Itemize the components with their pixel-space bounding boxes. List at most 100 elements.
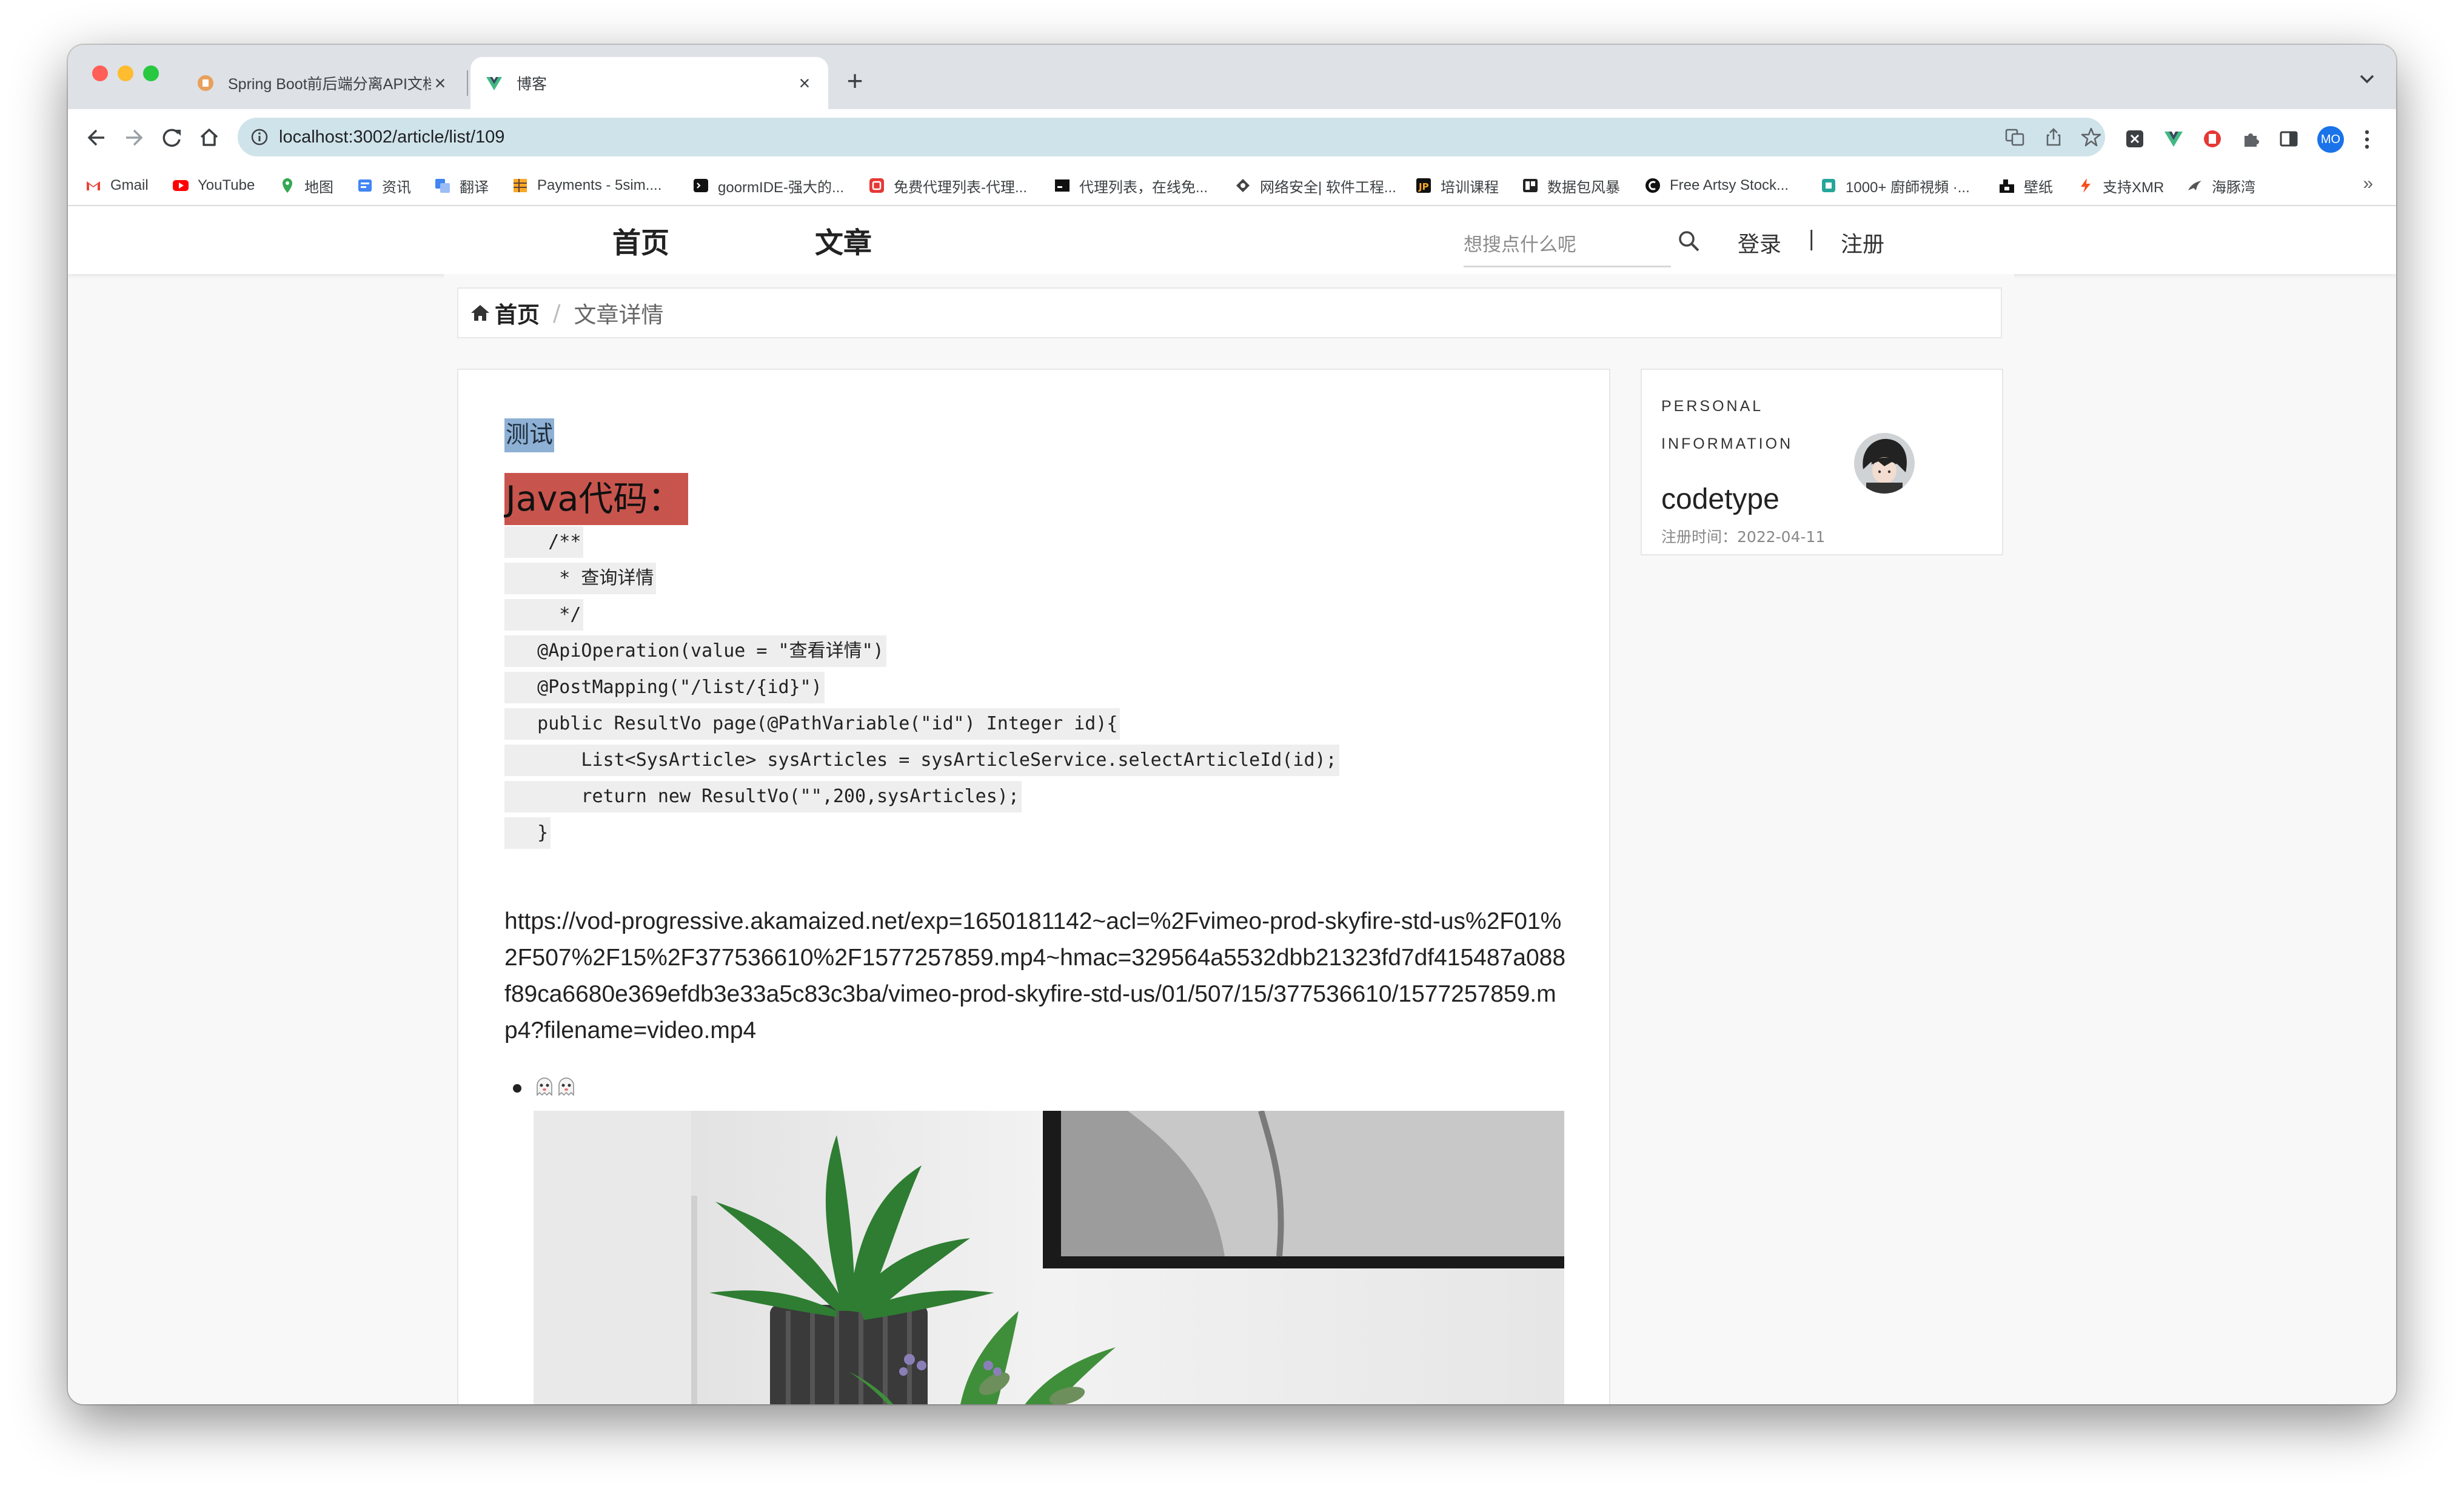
article-title: 测试 xyxy=(504,418,555,452)
share-icon[interactable] xyxy=(2043,127,2064,147)
registration-date: 注册时间：2022-04-11 xyxy=(1661,525,1825,547)
translate-icon xyxy=(435,179,450,193)
browser-toolbar: localhost:3002/article/list/109 MO xyxy=(68,109,2396,166)
code-line: @PostMapping("/list/{id}") xyxy=(504,672,825,703)
close-window-button[interactable] xyxy=(92,65,108,81)
youtube-icon xyxy=(173,180,189,191)
tab-title: Spring Boot前后端分离API文档 xyxy=(228,76,431,93)
auth-separator: | xyxy=(1808,227,1815,251)
article-body: 测试 Java代码： /** * 查询详情 */ @ApiOperation(v… xyxy=(457,369,1610,1404)
web-page: 首页 文章 登录 | 注册 首页 / 文章详情 测试 xyxy=(68,206,2396,1404)
security-icon xyxy=(1236,179,1250,192)
ghost-emoji-icon xyxy=(558,1077,574,1096)
bookmark-goormide[interactable]: goormIDE-强大的... xyxy=(692,166,844,205)
xmr-icon xyxy=(2081,178,2091,193)
bookmark-wallpaper[interactable]: 壁纸 xyxy=(1998,166,2053,205)
breadcrumb: 首页 / 文章详情 xyxy=(457,287,2002,338)
extensions-puzzle-icon[interactable] xyxy=(2241,129,2261,149)
minimize-window-button[interactable] xyxy=(118,65,133,81)
close-tab-icon[interactable]: × xyxy=(795,72,814,95)
personal-info-card: PERSONAL INFORMATION codetype 注册时间：2022-… xyxy=(1641,369,2003,555)
site-search-field[interactable] xyxy=(1464,234,1671,267)
bookmark-star-icon[interactable] xyxy=(2081,127,2101,147)
video-url-text: https://vod-progressive.akamaized.net/ex… xyxy=(504,908,1566,1043)
new-tab-button[interactable]: + xyxy=(837,63,873,99)
register-link[interactable]: 注册 xyxy=(1841,227,1884,258)
translate-page-icon[interactable] xyxy=(2004,127,2025,147)
search-icon[interactable] xyxy=(1676,228,1702,255)
back-arrow-icon[interactable] xyxy=(81,122,112,153)
video-icon xyxy=(1822,179,1835,192)
bookmark-dolphin-bay[interactable]: 海豚湾 xyxy=(2186,166,2255,205)
breadcrumb-separator: / xyxy=(553,300,561,326)
tab-spring-boot-docs[interactable]: Spring Boot前后端分离API文档 × xyxy=(182,57,464,109)
nav-articles-link[interactable]: 文章 xyxy=(815,219,872,261)
information-label: INFORMATION xyxy=(1661,435,1793,452)
tab-title: 博客 xyxy=(517,76,547,93)
personal-label: PERSONAL xyxy=(1661,398,1764,415)
extension-x-icon[interactable] xyxy=(2124,129,2145,149)
bookmark-packet-storm[interactable]: 数据包风暴 xyxy=(1522,166,1620,205)
bookmark-chef-videos[interactable]: 1000+ 廚師視頻 ·... xyxy=(1820,166,1970,205)
bookmarks-bar: Gmail YouTube 地图 资讯 翻译 Payments - 5sim..… xyxy=(68,166,2396,206)
code-line: */ xyxy=(504,599,584,631)
gmail-icon xyxy=(87,181,100,190)
news-icon xyxy=(358,179,372,192)
bookmark-training[interactable]: JP 培训课程 xyxy=(1415,166,1499,205)
proxy-list-icon xyxy=(1055,179,1070,192)
proxy-icon xyxy=(869,178,884,193)
list-bullet xyxy=(513,1084,521,1093)
code-line: @ApiOperation(value = "查看详情") xyxy=(504,635,886,667)
docs-favicon-icon xyxy=(198,75,213,91)
vue-devtools-icon[interactable] xyxy=(2163,129,2184,149)
site-header: 首页 文章 登录 | 注册 xyxy=(68,206,2396,274)
chrome-menu-icon[interactable] xyxy=(2361,126,2373,153)
code-line: List<SysArticle> sysArticles = sysArticl… xyxy=(504,745,1339,776)
bookmark-maps[interactable]: 地图 xyxy=(279,166,333,205)
home-icon[interactable] xyxy=(194,122,224,153)
code-line: /** xyxy=(504,526,584,558)
code-line: * 查询详情 xyxy=(504,563,657,594)
profile-username: codetype xyxy=(1661,483,1779,515)
bookmark-youtube[interactable]: YouTube xyxy=(172,166,255,205)
bookmark-gmail[interactable]: Gmail xyxy=(85,166,149,205)
payments-icon xyxy=(514,179,527,192)
bookmark-free-artsy[interactable]: Free Artsy Stock... xyxy=(1644,166,1789,205)
home-icon xyxy=(471,305,489,321)
bookmark-free-proxy[interactable]: 免费代理列表-代理... xyxy=(868,166,1027,205)
bookmark-network-security[interactable]: 网络安全| 软件工程... xyxy=(1234,166,1396,205)
dolphin-icon xyxy=(2188,181,2201,190)
more-bookmarks-chevron-icon[interactable]: » xyxy=(2363,173,2373,194)
vue-favicon-icon xyxy=(486,77,502,90)
forward-arrow-icon[interactable] xyxy=(119,122,149,153)
profile-avatar[interactable]: MO xyxy=(2317,126,2344,153)
breadcrumb-current: 文章详情 xyxy=(574,302,664,328)
wallpaper-icon xyxy=(2000,179,2014,193)
course-icon: JP xyxy=(1416,178,1431,193)
bookmark-payments[interactable]: Payments - 5sim.... xyxy=(512,166,661,205)
side-panel-icon[interactable] xyxy=(2278,129,2299,149)
site-info-icon[interactable] xyxy=(250,127,269,147)
tab-divider xyxy=(467,70,468,96)
ghost-emoji-icon xyxy=(537,1077,552,1096)
nav-home-link[interactable]: 首页 xyxy=(612,219,669,261)
bookmark-proxy-list[interactable]: 代理列表，在线免... xyxy=(1054,166,1208,205)
tab-search-chevron-icon[interactable] xyxy=(2355,67,2379,91)
reload-icon[interactable] xyxy=(156,122,187,153)
content-container: 首页 / 文章详情 测试 Java代码： /** * 查询详情 */ @ApiO… xyxy=(444,274,2014,1404)
close-tab-icon[interactable]: × xyxy=(431,72,449,95)
registration-value: 2022-04-11 xyxy=(1737,528,1826,546)
pdf-extension-icon[interactable] xyxy=(2202,129,2223,149)
login-link[interactable]: 登录 xyxy=(1738,227,1781,258)
bookmark-translate[interactable]: 翻译 xyxy=(434,166,489,205)
maps-icon xyxy=(283,178,292,193)
bookmark-support-xmr[interactable]: 支持XMR xyxy=(2077,166,2164,205)
tab-blog[interactable]: 博客 × xyxy=(470,57,828,109)
breadcrumb-home-link[interactable]: 首页 xyxy=(495,296,540,329)
bookmark-news[interactable]: 资讯 xyxy=(357,166,411,205)
maximize-window-button[interactable] xyxy=(143,65,159,81)
address-url: localhost:3002/article/list/109 xyxy=(279,127,505,147)
packet-icon xyxy=(1523,179,1538,192)
search-input[interactable] xyxy=(1464,234,1658,256)
address-bar[interactable]: localhost:3002/article/list/109 xyxy=(238,118,2105,156)
